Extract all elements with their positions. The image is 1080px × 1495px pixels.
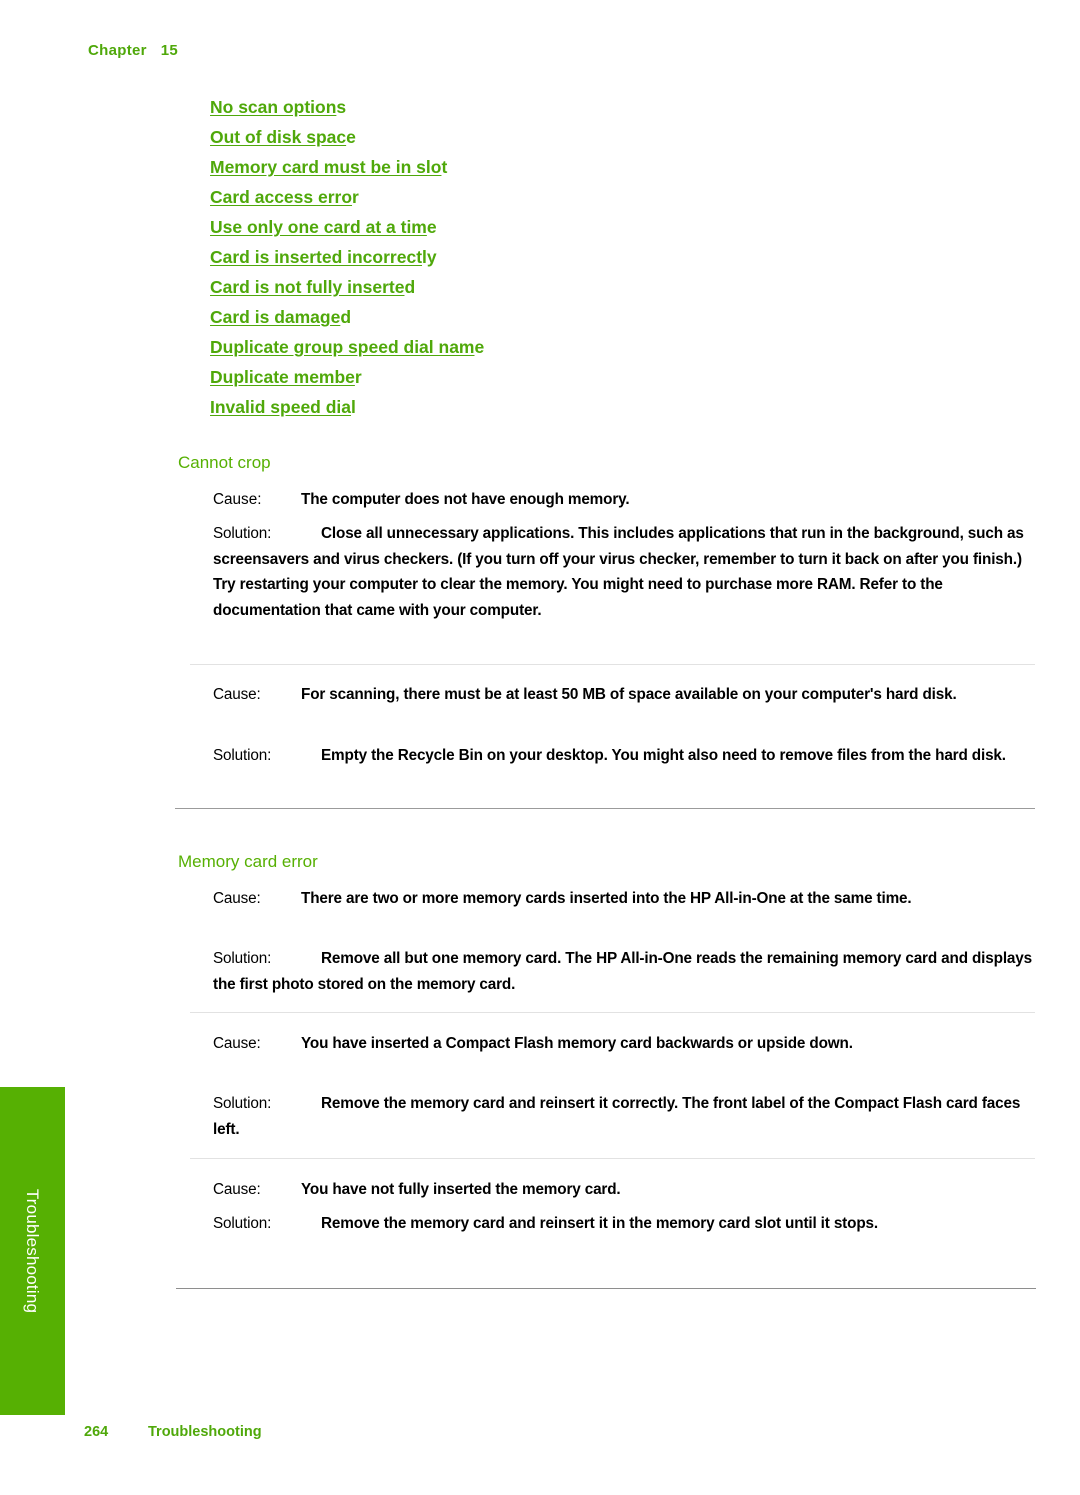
chapter-header: Chapter 15 xyxy=(88,42,178,59)
link-text-tail: l xyxy=(351,397,356,417)
cause-solution-block: Solution: Remove all but one memory card.… xyxy=(213,946,1045,997)
section-title-memory-card-error: Memory card error xyxy=(178,852,318,871)
divider xyxy=(190,1012,1035,1013)
solution-label: Solution: xyxy=(213,1095,272,1112)
cause-text: You have not fully inserted the memory c… xyxy=(301,1181,621,1198)
link-text-underlined: Card is damage xyxy=(210,307,341,327)
chapter-label: Chapter xyxy=(88,42,147,59)
link-text-tail: r xyxy=(352,187,359,207)
link-no-scan-options[interactable]: No scan options xyxy=(210,92,1050,122)
cause-text: For scanning, there must be at least 50 … xyxy=(301,686,957,703)
link-text-underlined: Duplicate membe xyxy=(210,367,355,387)
cause-line: Cause: The computer does not have enough … xyxy=(213,487,1045,513)
solution-line: Solution: Remove the memory card and rein… xyxy=(213,1091,1045,1142)
section-title-cannot-crop: Cannot crop xyxy=(178,453,271,472)
footer-page-number: 264 xyxy=(84,1424,109,1440)
solution-line: Solution: Close all unnecessary applicati… xyxy=(213,521,1045,623)
section-end-divider xyxy=(176,1288,1036,1289)
link-text-underlined: Out of disk spac xyxy=(210,127,347,147)
solution-text: Remove the memory card and reinsert it i… xyxy=(321,1215,878,1232)
link-card-access-error[interactable]: Card access error xyxy=(210,182,1050,212)
cause-solution-block: Cause: For scanning, there must be at lea… xyxy=(213,682,1045,708)
cause-solution-block: Solution: Remove the memory card and rein… xyxy=(213,1211,1045,1237)
divider xyxy=(190,1158,1035,1159)
link-text-tail: s xyxy=(336,97,347,117)
solution-text: Empty the Recycle Bin on your desktop. Y… xyxy=(321,747,1006,764)
cause-solution-block: Solution: Empty the Recycle Bin on your d… xyxy=(213,743,1045,769)
solution-label: Solution: xyxy=(213,525,272,542)
cause-solution-block: Solution: Close all unnecessary applicati… xyxy=(213,521,1045,623)
link-text-underlined: Use only one card at a tim xyxy=(210,217,427,237)
cause-label: Cause: xyxy=(213,890,261,907)
page-footer: 264 Troubleshooting xyxy=(84,1424,262,1440)
cause-solution-block: Cause: The computer does not have enough … xyxy=(213,487,1045,513)
link-text-tail: r xyxy=(354,367,362,387)
cause-solution-block: Solution: Remove the memory card and rein… xyxy=(213,1091,1045,1142)
link-duplicate-member[interactable]: Duplicate member xyxy=(210,362,1050,392)
link-invalid-speed-dial[interactable]: Invalid speed dial xyxy=(210,392,1050,422)
section-end-divider xyxy=(175,808,1035,809)
link-text-underlined: Memory card must be in slo xyxy=(210,157,442,177)
link-text-underlined: Duplicate group speed dial nam xyxy=(210,337,475,357)
solution-text: Remove all but one memory card. The HP A… xyxy=(213,950,1033,993)
link-text-underlined: No scan option xyxy=(210,97,337,117)
cause-label: Cause: xyxy=(213,1181,261,1198)
link-text-tail: t xyxy=(441,157,448,177)
link-text-underlined: Card is inserted incorrect xyxy=(210,247,423,267)
link-text-tail: e xyxy=(346,127,356,147)
cause-line: Cause: You have not fully inserted the me… xyxy=(213,1177,1045,1203)
cause-solution-block: Cause: There are two or more memory cards… xyxy=(213,886,1045,912)
section-link-list: No scan options Out of disk space Memory… xyxy=(210,92,1050,422)
side-tab-troubleshooting: Troubleshooting xyxy=(0,1087,65,1415)
solution-label: Solution: xyxy=(213,747,272,764)
link-use-only-one-card-at-a-time[interactable]: Use only one card at a time xyxy=(210,212,1050,242)
solution-label: Solution: xyxy=(213,950,272,967)
link-duplicate-group-speed-dial-name[interactable]: Duplicate group speed dial name xyxy=(210,332,1050,362)
link-out-of-disk-space[interactable]: Out of disk space xyxy=(210,122,1050,152)
link-text-tail: e xyxy=(426,217,437,237)
link-card-is-not-fully-inserted[interactable]: Card is not fully inserted xyxy=(210,272,1050,302)
link-card-is-damaged[interactable]: Card is damaged xyxy=(210,302,1050,332)
link-text-tail: e xyxy=(474,337,485,357)
cause-line: Cause: For scanning, there must be at lea… xyxy=(213,682,1045,708)
cause-label: Cause: xyxy=(213,1035,261,1052)
solution-text: Remove the memory card and reinsert it c… xyxy=(213,1095,1021,1138)
solution-line: Solution: Remove all but one memory card.… xyxy=(213,946,1045,997)
cause-line: Cause: You have inserted a Compact Flash … xyxy=(213,1031,1045,1057)
cause-line: Cause: There are two or more memory cards… xyxy=(213,886,1045,912)
cause-solution-block: Cause: You have not fully inserted the me… xyxy=(213,1177,1045,1203)
solution-line: Solution: Remove the memory card and rein… xyxy=(213,1211,1045,1237)
cause-text: You have inserted a Compact Flash memory… xyxy=(301,1035,853,1052)
cause-label: Cause: xyxy=(213,491,262,508)
solution-label: Solution: xyxy=(213,1215,272,1232)
solution-line: Solution: Empty the Recycle Bin on your d… xyxy=(213,743,1045,769)
link-card-is-inserted-incorrectly[interactable]: Card is inserted incorrectly xyxy=(210,242,1050,272)
link-text-underlined: Card is not fully inserte xyxy=(210,277,405,297)
solution-text: Close all unnecessary applications. This… xyxy=(213,525,1024,619)
cause-solution-block: Cause: You have inserted a Compact Flash … xyxy=(213,1031,1045,1057)
link-text-underlined: Card access erro xyxy=(210,187,353,207)
cause-label: Cause: xyxy=(213,686,261,703)
side-tab-label: Troubleshooting xyxy=(23,1188,42,1314)
link-text-tail: d xyxy=(404,277,416,297)
cause-text: There are two or more memory cards inser… xyxy=(301,890,912,907)
link-text-tail: ly xyxy=(422,247,437,267)
link-text-tail: d xyxy=(340,307,352,327)
divider xyxy=(190,664,1035,665)
chapter-number: 15 xyxy=(160,42,179,59)
link-text-underlined: Invalid speed dia xyxy=(210,397,352,417)
footer-section-name: Troubleshooting xyxy=(148,1424,262,1440)
link-memory-card-must-be-in-slot[interactable]: Memory card must be in slot xyxy=(210,152,1050,182)
cause-text: The computer does not have enough memory… xyxy=(301,491,630,508)
